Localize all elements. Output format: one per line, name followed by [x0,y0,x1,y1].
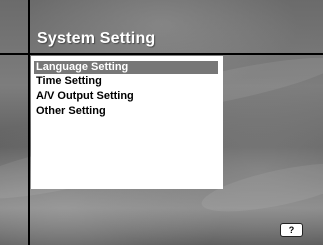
menu-item-language-setting[interactable]: Language Setting [34,61,218,74]
menu-item-other-setting[interactable]: Other Setting [34,105,106,118]
help-icon: ? [288,225,295,235]
page-title: System Setting [37,30,156,47]
frame-horizontal-divider [0,53,323,55]
frame-vertical-divider [28,0,30,245]
system-setting-screen: System Setting Language Setting Time Set… [0,0,323,245]
help-button[interactable]: ? [280,223,303,237]
menu-item-av-output-setting[interactable]: A/V Output Setting [34,90,134,103]
settings-menu: Language Setting Time Setting A/V Output… [31,56,223,189]
menu-item-time-setting[interactable]: Time Setting [34,75,102,88]
